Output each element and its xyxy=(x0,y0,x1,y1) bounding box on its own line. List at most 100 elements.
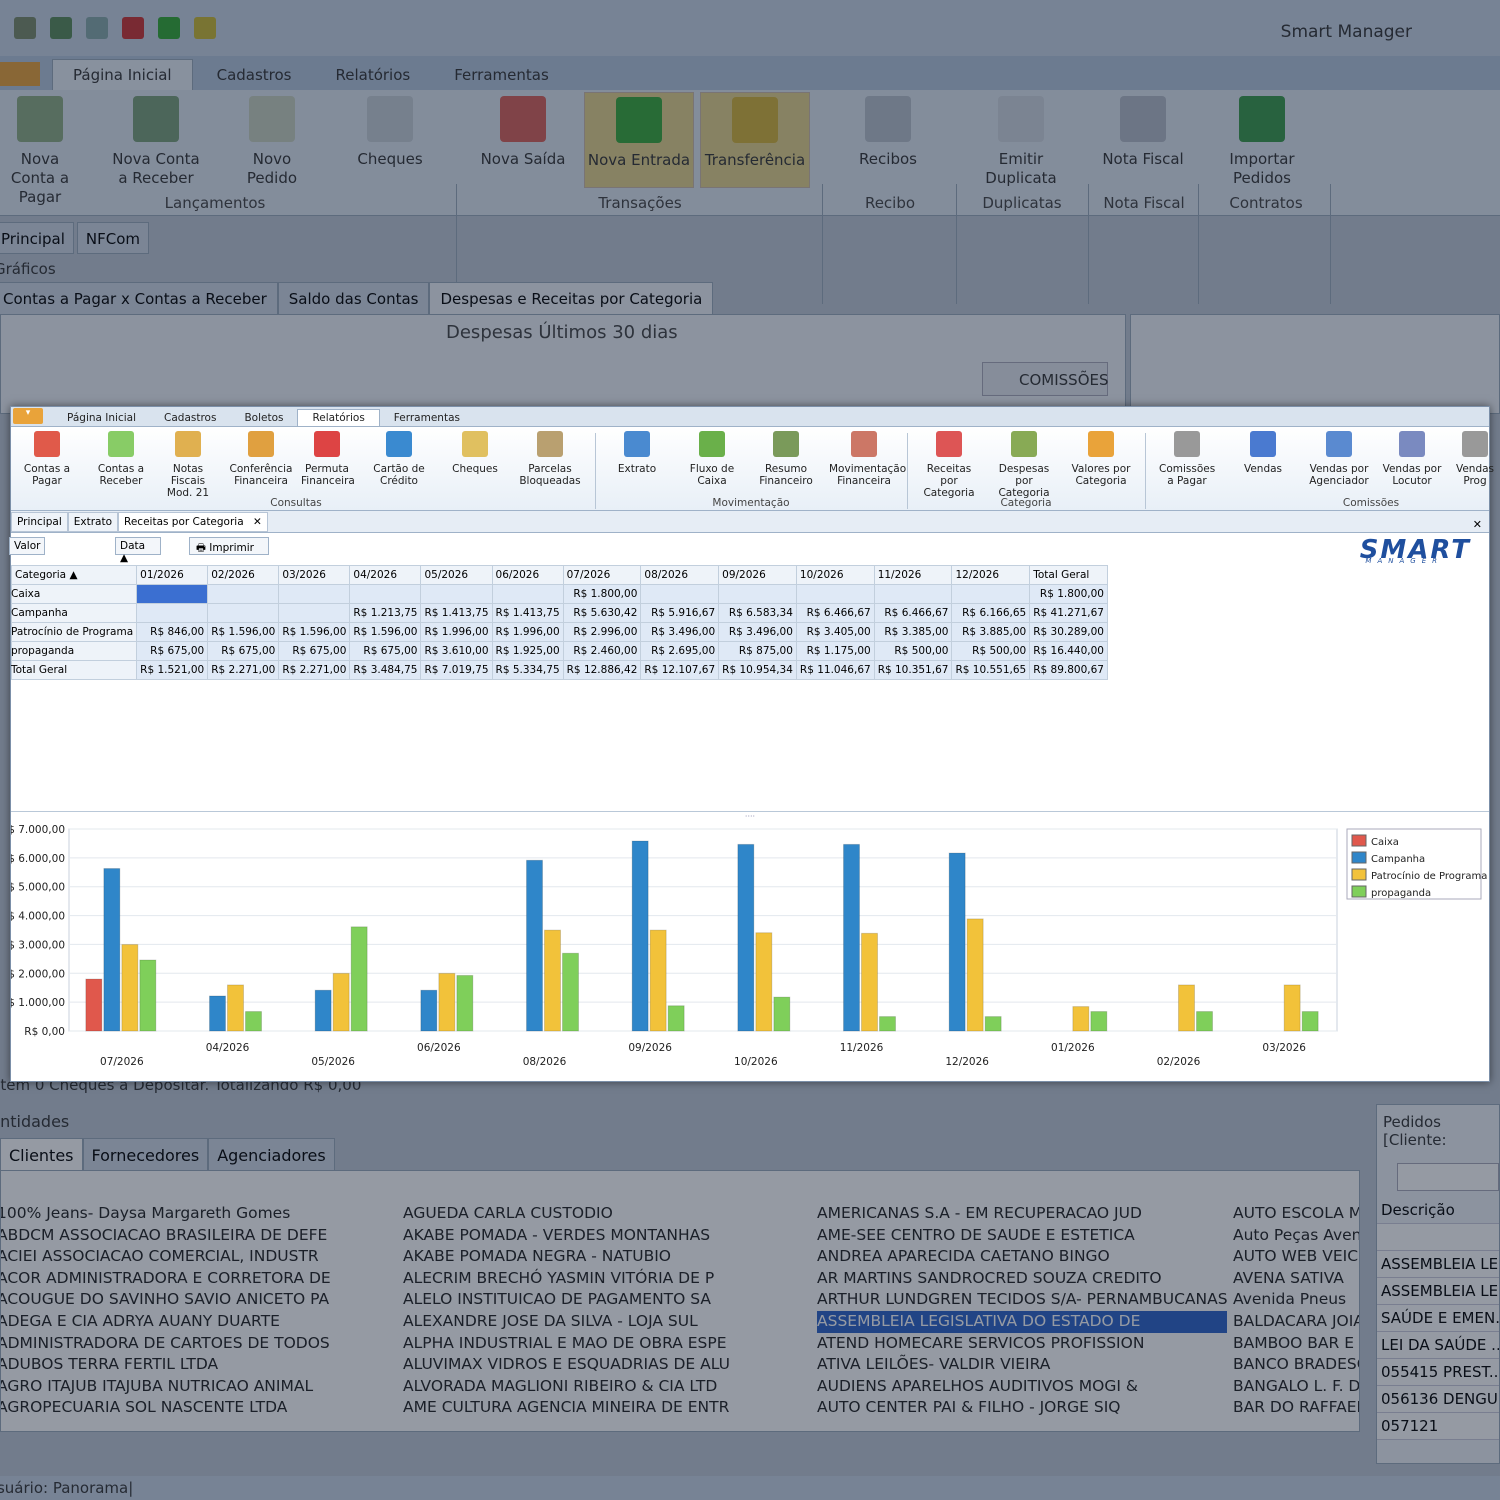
client-item[interactable]: AME-SEE CENTRO DE SAUDE E ESTETICA xyxy=(817,1225,1227,1247)
pivot-cell[interactable]: R$ 3.484,75 xyxy=(349,660,422,680)
pivot-cell[interactable]: R$ 3.885,00 xyxy=(951,622,1031,642)
report-button[interactable]: Receitas por Categoria xyxy=(917,431,981,499)
client-item[interactable]: BAMBOO BAR E RE xyxy=(1233,1333,1359,1355)
pedido-row[interactable]: ASSEMBLEIA LE... xyxy=(1377,1224,1499,1251)
pivot-cell[interactable] xyxy=(207,603,280,623)
tab-pagina-inicial[interactable]: Página Inicial xyxy=(53,410,150,426)
nova-conta-pagar-button[interactable]: Nova Conta a Pagar xyxy=(0,96,80,207)
tab-relatorios[interactable]: Relatórios xyxy=(316,60,431,90)
pivot-cell[interactable]: R$ 3.385,00 xyxy=(873,622,953,642)
report-button[interactable]: Parcelas Bloqueadas xyxy=(517,431,583,487)
pedido-row[interactable]: 056136 DENGU... xyxy=(1377,1386,1499,1413)
pivot-cell[interactable]: R$ 3.610,00 xyxy=(420,641,493,661)
pivot-cell[interactable]: R$ 16.440,00 xyxy=(1029,641,1108,661)
importar-pedidos-button[interactable]: Importar Pedidos xyxy=(1220,96,1304,188)
report-button[interactable]: Despesas por Categoria xyxy=(991,431,1057,499)
pivot-cell[interactable]: R$ 11.046,67 xyxy=(795,660,875,680)
client-item[interactable]: ADUBOS TERRA FERTIL LTDA xyxy=(1,1354,396,1376)
tab-despesas-receitas[interactable]: Despesas e Receitas por Categoria xyxy=(429,282,714,316)
client-item[interactable]: BAR DO RAFFAELE xyxy=(1233,1397,1359,1419)
pivot-cell[interactable]: R$ 675,00 xyxy=(136,641,209,661)
tool-icon[interactable] xyxy=(86,17,108,39)
close-window-icon[interactable]: ✕ xyxy=(1468,515,1487,534)
pivot-cell[interactable]: R$ 6.166,65 xyxy=(951,603,1031,623)
pedido-row[interactable]: LEI DA SAÚDE ... xyxy=(1377,1332,1499,1359)
pivot-row-header[interactable]: Campanha xyxy=(10,603,138,623)
report-button[interactable]: Valores por Categoria xyxy=(1069,431,1133,487)
valor-field[interactable]: Valor xyxy=(9,537,45,555)
tab-extrato[interactable]: Extrato xyxy=(67,512,119,532)
client-item[interactable]: AR MARTINS SANDROCRED SOUZA CREDITO xyxy=(817,1268,1227,1290)
pivot-column-header[interactable]: 03/2026 xyxy=(278,565,351,585)
pivot-cell[interactable]: R$ 1.800,00 xyxy=(562,584,642,604)
pivot-cell[interactable]: R$ 1.596,00 xyxy=(349,622,422,642)
client-item[interactable]: ANDREA APARECIDA CAETANO BINGO xyxy=(817,1246,1227,1268)
client-item[interactable]: ACOR ADMINISTRADORA E CORRETORA DE xyxy=(1,1268,396,1290)
pivot-cell[interactable]: R$ 3.496,00 xyxy=(640,622,720,642)
client-item[interactable]: ASSEMBLEIA LEGISLATIVA DO ESTADO DE xyxy=(817,1310,1227,1333)
tab-cadastros[interactable]: Cadastros xyxy=(197,60,312,90)
transferencia-button[interactable]: Transferência xyxy=(700,92,810,188)
client-item[interactable]: AUTO CENTER PAI & FILHO - JORGE SIQ xyxy=(817,1397,1227,1419)
client-item[interactable]: BANGALO L. F. DE xyxy=(1233,1376,1359,1398)
pivot-cell[interactable] xyxy=(278,603,351,623)
tab-clientes[interactable]: Clientes xyxy=(0,1138,83,1173)
pivot-row-header[interactable]: propaganda xyxy=(10,641,138,661)
client-item[interactable]: ALEXANDRE JOSE DA SILVA - LOJA SUL xyxy=(403,1311,808,1333)
pivot-row-header[interactable]: Total Geral xyxy=(10,660,138,680)
pivot-cell[interactable]: R$ 675,00 xyxy=(278,641,351,661)
pivot-cell[interactable]: R$ 1.413,75 xyxy=(491,603,564,623)
pivot-cell[interactable]: R$ 2.695,00 xyxy=(640,641,720,661)
pivot-column-header[interactable]: 12/2026 xyxy=(951,565,1031,585)
splitter-handle[interactable]: ···· xyxy=(11,811,1489,821)
forward-arrow-icon[interactable] xyxy=(158,17,180,39)
client-item[interactable]: ADMINISTRADORA DE CARTOES DE TODOS xyxy=(1,1333,396,1355)
pivot-cell[interactable]: R$ 10.351,67 xyxy=(873,660,953,680)
pivot-cell[interactable] xyxy=(136,584,209,604)
nova-entrada-button[interactable]: Nova Entrada xyxy=(584,92,694,188)
pivot-cell[interactable]: R$ 1.521,00 xyxy=(136,660,209,680)
pivot-cell[interactable] xyxy=(349,584,422,604)
pivot-row-header[interactable]: Caixa xyxy=(10,584,138,604)
pivot-cell[interactable]: R$ 675,00 xyxy=(207,641,280,661)
pivot-cell[interactable] xyxy=(951,584,1031,604)
pivot-cell[interactable]: R$ 89.800,67 xyxy=(1029,660,1108,680)
report-button[interactable]: Cheques xyxy=(447,431,503,475)
pivot-cell[interactable]: R$ 875,00 xyxy=(718,641,797,661)
pivot-cell[interactable]: R$ 2.460,00 xyxy=(562,641,642,661)
report-button[interactable]: Conferência Financeira xyxy=(229,431,293,487)
pivot-cell[interactable]: R$ 1.800,00 xyxy=(1029,584,1108,604)
pivot-cell[interactable]: R$ 500,00 xyxy=(873,641,953,661)
client-item[interactable]: BALDACARA JOIA xyxy=(1233,1311,1359,1333)
pivot-column-header[interactable]: Total Geral xyxy=(1029,565,1108,585)
pivot-cell[interactable]: R$ 6.583,34 xyxy=(718,603,797,623)
pedido-row[interactable]: ASSEMBLEIA LE... xyxy=(1377,1251,1499,1278)
pivot-cell[interactable]: R$ 675,00 xyxy=(349,641,422,661)
tab-receitas-categoria[interactable]: Receitas por Categoria ✕ xyxy=(118,512,268,532)
nova-conta-receber-button[interactable]: Nova Conta a Receber xyxy=(110,96,202,188)
client-item[interactable]: AKABE POMADA NEGRA - NATUBIO xyxy=(403,1246,808,1268)
pivot-cell[interactable]: R$ 5.630,42 xyxy=(562,603,642,623)
client-item[interactable]: AGUEDA CARLA CUSTODIO xyxy=(403,1203,808,1225)
pivot-cell[interactable]: R$ 12.886,42 xyxy=(562,660,642,680)
pedido-row[interactable]: SAÚDE E EMEN... xyxy=(1377,1305,1499,1332)
pivot-cell[interactable]: R$ 1.925,00 xyxy=(491,641,564,661)
client-item[interactable]: ACOUGUE DO SAVINHO SAVIO ANICETO PA xyxy=(1,1289,396,1311)
nota-fiscal-button[interactable]: Nota Fiscal xyxy=(1098,96,1188,169)
pivot-cell[interactable]: R$ 7.019,75 xyxy=(420,660,493,680)
pivot-cell[interactable]: R$ 3.496,00 xyxy=(718,622,797,642)
pivot-corner[interactable]: Categoria ▲ xyxy=(10,565,138,585)
pivot-column-header[interactable]: 10/2026 xyxy=(795,565,875,585)
report-button[interactable]: Extrato xyxy=(611,431,663,475)
client-item[interactable]: ATEND HOMECARE SERVICOS PROFISSION xyxy=(817,1333,1227,1355)
client-item[interactable]: ABDCM ASSOCIACAO BRASILEIRA DE DEFE xyxy=(1,1225,396,1247)
pivot-cell[interactable]: R$ 2.271,00 xyxy=(278,660,351,680)
report-button[interactable]: Contas a Pagar xyxy=(17,431,77,487)
recibos-button[interactable]: Recibos xyxy=(848,96,928,169)
pedido-row[interactable]: 057121 xyxy=(1377,1413,1499,1440)
report-button[interactable]: Vendas xyxy=(1235,431,1291,475)
tab-cadastros[interactable]: Cadastros xyxy=(150,410,230,426)
pivot-cell[interactable]: R$ 2.271,00 xyxy=(207,660,280,680)
client-item[interactable]: AGROPECUARIA SOL NASCENTE LTDA xyxy=(1,1397,396,1419)
tool-icon[interactable] xyxy=(50,17,72,39)
